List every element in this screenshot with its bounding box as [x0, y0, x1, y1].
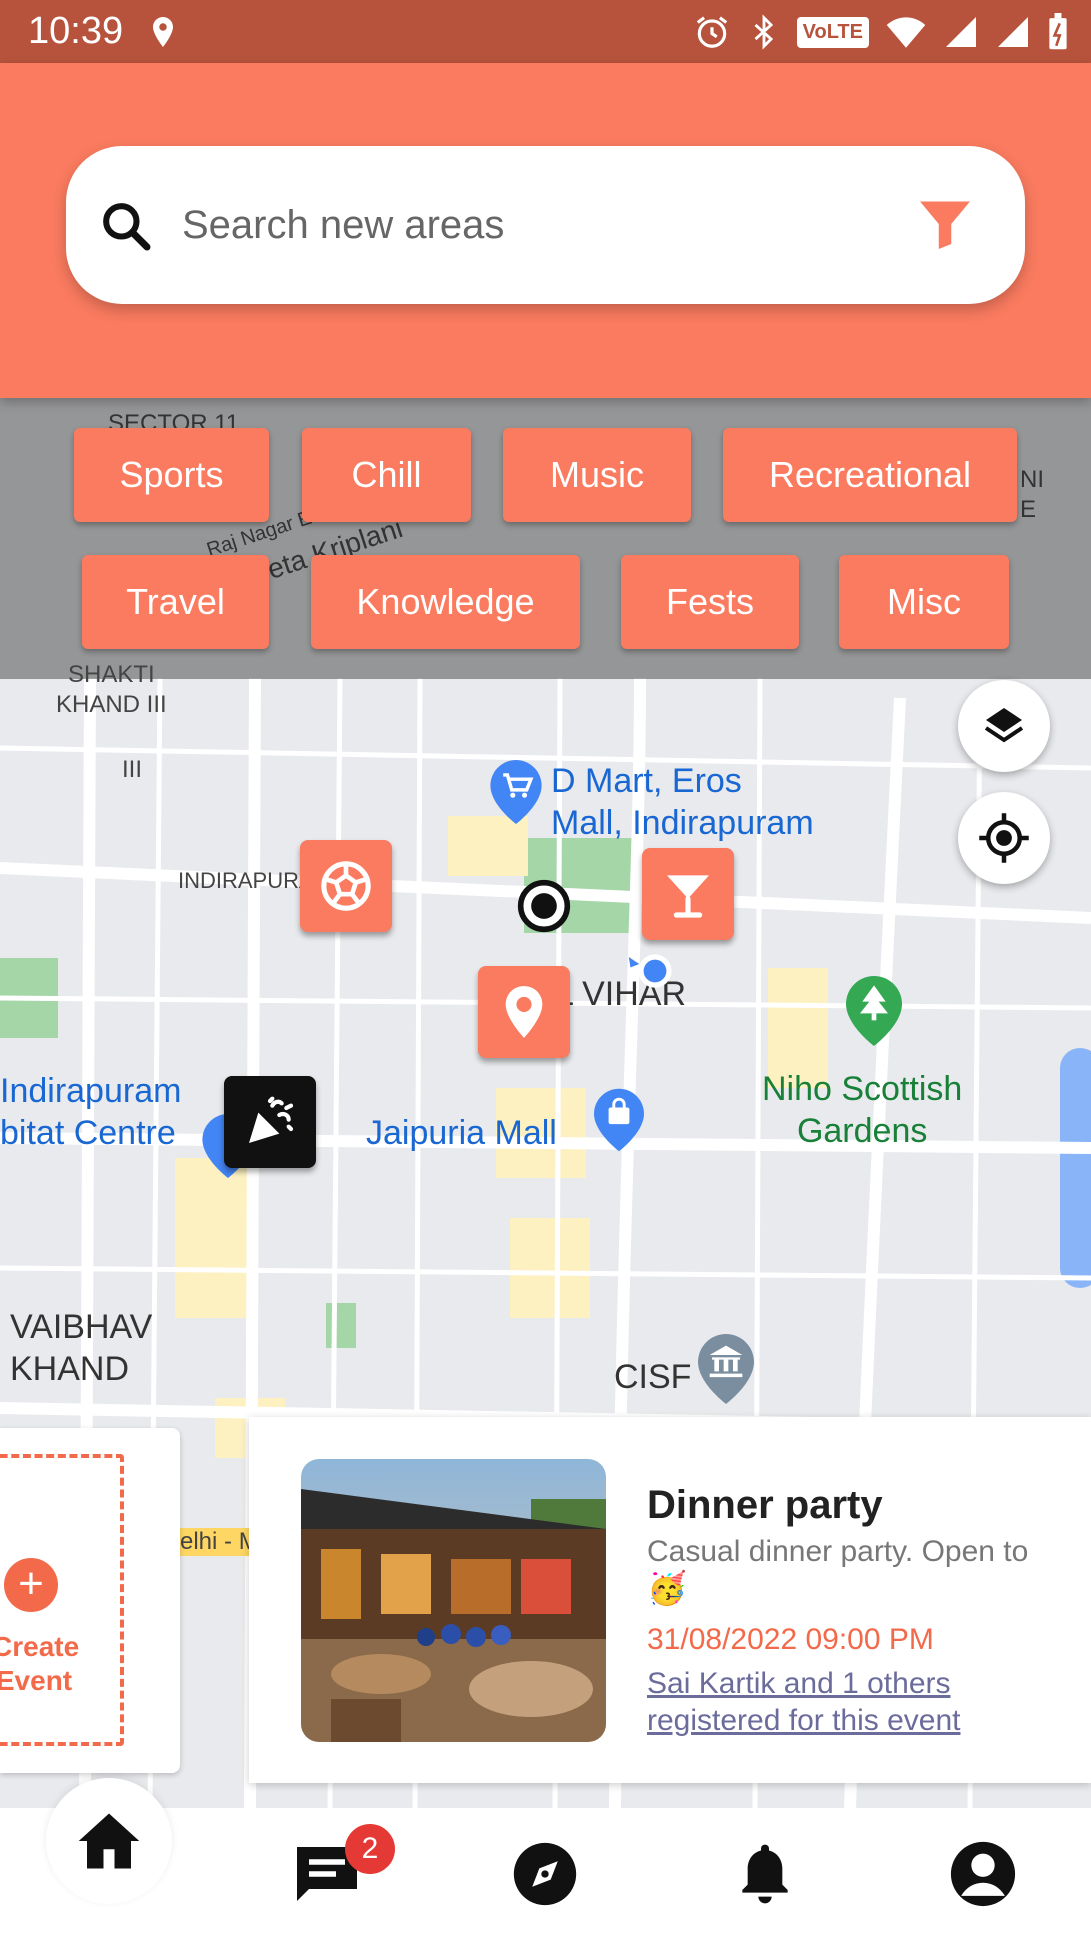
bluetooth-icon [754, 14, 773, 50]
bottom-navigation: 2 [0, 1778, 1091, 1940]
category-chip-misc[interactable]: Misc [839, 555, 1009, 649]
soccer-ball-icon [321, 861, 371, 911]
my-location-button[interactable] [958, 792, 1050, 884]
shopping-bag-icon[interactable] [594, 1088, 644, 1152]
nav-profile[interactable] [928, 1808, 1038, 1940]
category-chip-knowledge[interactable]: Knowledge [311, 555, 580, 649]
tree-icon[interactable] [846, 974, 902, 1048]
party-marker[interactable] [224, 1076, 316, 1168]
shopping-cart-icon[interactable] [490, 760, 542, 824]
government-building-icon[interactable] [698, 1332, 754, 1406]
map-label: NI [1020, 466, 1044, 493]
filter-icon[interactable] [915, 194, 975, 254]
create-event-dashed-box[interactable]: + Create Event [0, 1454, 124, 1746]
chat-badge: 2 [345, 1824, 395, 1874]
search-input[interactable] [182, 186, 922, 264]
map-label: E [1020, 496, 1037, 523]
event-registered-link[interactable]: Sai Kartik and 1 others registered for t… [647, 1665, 1067, 1739]
map-label: VAIBHAV KHAND [10, 1308, 153, 1388]
drink-marker[interactable] [642, 848, 734, 940]
category-chip-travel[interactable]: Travel [82, 555, 269, 649]
create-event-label: Create Event [0, 1631, 80, 1696]
signal-icon-2 [998, 17, 1028, 47]
event-datetime: 31/08/2022 09:00 PM [647, 1623, 934, 1656]
map-label-niho: Niho Scottish Gardens [762, 1070, 963, 1150]
bell-icon [742, 1844, 788, 1904]
home-icon [78, 1813, 140, 1869]
volte-badge: VoLTE [796, 16, 869, 48]
search-bar[interactable] [66, 146, 1025, 304]
layers-icon [984, 708, 1024, 743]
status-bar: 10:39 VoLTE [0, 0, 1091, 63]
selected-location-icon [517, 879, 571, 933]
category-chip-fests[interactable]: Fests [621, 555, 799, 649]
nav-explore[interactable] [490, 1808, 600, 1940]
map-label: CISF [614, 1358, 692, 1396]
map-label: INDIRAPURA [178, 868, 314, 893]
category-chip-sports[interactable]: Sports [74, 428, 269, 522]
layers-button[interactable] [958, 680, 1050, 772]
alarm-icon [696, 16, 727, 48]
sports-marker[interactable] [300, 840, 392, 932]
profile-icon [950, 1841, 1016, 1907]
wifi-icon [886, 17, 926, 48]
category-chip-chill[interactable]: Chill [302, 428, 471, 522]
search-icon [103, 203, 151, 251]
user-location-icon [628, 954, 672, 988]
compass-icon [513, 1842, 577, 1906]
category-chip-recreational[interactable]: Recreational [723, 428, 1017, 522]
battery-icon [1049, 13, 1067, 50]
map-label-dmart: D Mart, Eros Mall, Indirapuram [551, 762, 814, 842]
map-label-jaipuria: Jaipuria Mall [366, 1114, 557, 1152]
plus-icon: + [4, 1558, 58, 1612]
map-label: SHAKTI KHAND III [56, 661, 167, 718]
location-pin-icon [505, 986, 543, 1038]
event-image [301, 1459, 606, 1742]
map-label-habitat: Indirapuram bitat Centre [0, 1072, 182, 1152]
nav-home[interactable] [46, 1778, 172, 1904]
header [0, 63, 1091, 398]
place-marker[interactable] [478, 966, 570, 1058]
event-card[interactable]: Dinner party Casual dinner party. Open t… [249, 1417, 1091, 1783]
signal-icon [946, 17, 976, 47]
event-emoji: 🥳 [647, 1570, 687, 1606]
nav-notifications[interactable] [710, 1808, 820, 1940]
crosshair-icon [979, 813, 1029, 863]
status-time: 10:39 [28, 10, 124, 52]
event-description: Casual dinner party. Open to [647, 1535, 1029, 1568]
event-title: Dinner party [647, 1483, 883, 1527]
party-popper-icon [249, 1096, 294, 1143]
category-chip-music[interactable]: Music [503, 428, 691, 522]
create-event-card[interactable]: + Create Event [0, 1428, 180, 1773]
cocktail-icon [667, 875, 709, 918]
map-label: III [122, 756, 143, 783]
location-icon [153, 17, 173, 47]
